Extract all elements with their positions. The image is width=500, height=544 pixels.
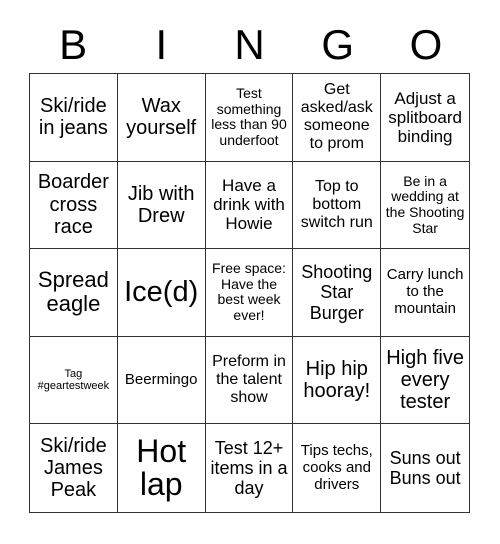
- bingo-cell[interactable]: Ski/ride in jeans: [30, 74, 118, 162]
- bingo-cell[interactable]: Hip hip hooray!: [293, 336, 382, 425]
- bingo-header: B I N G O: [29, 20, 470, 70]
- header-letter-b: B: [59, 21, 88, 68]
- bingo-cell[interactable]: Ice(d): [117, 249, 206, 337]
- bingo-cell[interactable]: Boarder cross race: [30, 161, 118, 250]
- free-space-cell[interactable]: Free space: Have the best week ever!: [205, 249, 294, 337]
- header-letter-i: I: [155, 21, 168, 68]
- header-letter-g: G: [321, 21, 355, 68]
- bingo-cell[interactable]: Carry lunch to the mountain: [381, 249, 469, 337]
- bingo-cell[interactable]: Tag #geartestweek: [30, 336, 118, 425]
- bingo-cell[interactable]: Tips techs, cooks and drivers: [293, 424, 382, 512]
- bingo-cell[interactable]: Top to bottom switch run: [293, 161, 382, 250]
- bingo-cell[interactable]: Spread eagle: [30, 249, 118, 337]
- bingo-cell[interactable]: Have a drink with Howie: [205, 161, 294, 250]
- bingo-cell[interactable]: Shooting Star Burger: [293, 249, 382, 337]
- header-letter-o: O: [409, 21, 443, 68]
- bingo-cell[interactable]: High five every tester: [381, 337, 469, 425]
- bingo-cell[interactable]: Be in a wedding at the Shooting Star: [381, 162, 469, 250]
- bingo-cell[interactable]: Ski/ride James Peak: [30, 424, 118, 512]
- header-letter-n: N: [234, 21, 265, 68]
- bingo-cell[interactable]: Get asked/ask someone to prom: [293, 74, 382, 162]
- bingo-cell[interactable]: Hot lap: [118, 424, 206, 512]
- bingo-cell[interactable]: Test something less than 90 underfoot: [205, 74, 294, 162]
- bingo-cell[interactable]: Preform in the talent show: [205, 336, 294, 425]
- bingo-cell[interactable]: Test 12+ items in a day: [206, 424, 294, 512]
- bingo-cell[interactable]: Wax yourself: [117, 74, 206, 162]
- bingo-cell[interactable]: Jib with Drew: [117, 161, 206, 250]
- bingo-grid: Ski/ride in jeans Wax yourself Test some…: [29, 73, 470, 513]
- bingo-cell[interactable]: Suns out Buns out: [381, 424, 469, 512]
- bingo-cell[interactable]: Adjust a splitboard binding: [381, 74, 469, 162]
- bingo-cell[interactable]: Beermingo: [117, 336, 206, 425]
